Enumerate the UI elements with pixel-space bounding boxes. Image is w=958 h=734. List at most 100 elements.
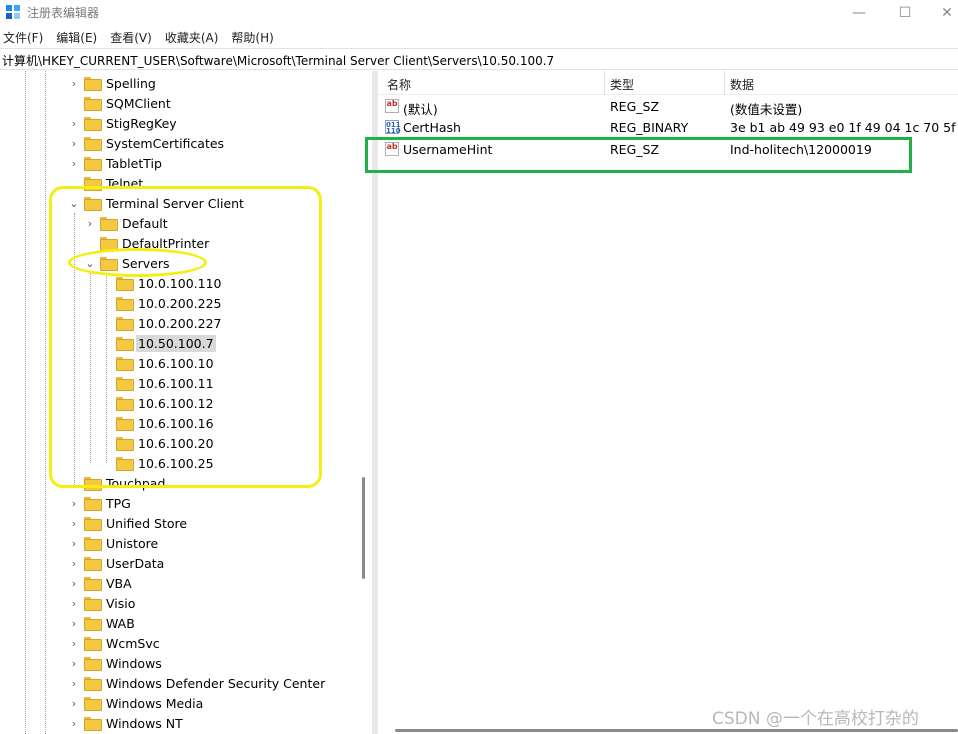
folder-icon (84, 537, 102, 551)
folder-icon (84, 137, 102, 151)
chevron-right-icon[interactable]: › (68, 653, 80, 673)
tree-item[interactable]: › TPG (68, 493, 133, 513)
value-name: CertHash (403, 120, 461, 135)
chevron-right-icon[interactable]: › (68, 493, 80, 513)
chevron-right-icon[interactable]: › (68, 573, 80, 593)
tree-item-label: TPG (106, 495, 131, 511)
tree-item-label: StigRegKey (106, 115, 177, 131)
close-button[interactable]: ✕ (924, 0, 958, 26)
watermark: CSDN @一个在高校打杂的 (712, 709, 919, 729)
folder-icon (84, 497, 102, 511)
tree-item[interactable]: › VBA (68, 573, 134, 593)
tree-item[interactable]: › WcmSvc (68, 633, 162, 653)
tree-item-label: Windows Media (106, 695, 204, 711)
registry-editor-icon (6, 5, 20, 19)
tree-item[interactable]: › Windows (68, 653, 164, 673)
string-value-icon: ab (385, 99, 399, 113)
chevron-right-icon[interactable]: › (68, 713, 80, 733)
tree-item[interactable]: SQMClient (68, 93, 173, 113)
tree-guide-line (25, 71, 26, 734)
value-name: (默认) (403, 102, 438, 117)
tree-guide-line (45, 71, 46, 734)
folder-icon (84, 517, 102, 531)
chevron-right-icon[interactable]: › (68, 553, 80, 573)
binary-value-icon: 011 110 (385, 120, 401, 135)
menu-favorites[interactable]: 收藏夹(A) (165, 29, 219, 46)
folder-icon (84, 157, 102, 171)
menu-view[interactable]: 查看(V) (110, 29, 152, 46)
tree-item-label: SQMClient (106, 95, 171, 111)
folder-icon (84, 97, 102, 111)
tree-item[interactable]: › SystemCertificates (68, 133, 226, 153)
tree-item-label: Windows NT (106, 715, 183, 731)
list-horizontal-scrollbar[interactable] (395, 729, 958, 732)
tree-item-label: Windows (106, 655, 162, 671)
menu-bar: 文件(F) 编辑(E) 查看(V) 收藏夹(A) 帮助(H) (0, 26, 958, 48)
tree-item-label: TabletTip (106, 155, 162, 171)
tree-item-label: Windows Defender Security Center (106, 675, 326, 691)
tree-item[interactable]: › TabletTip (68, 153, 164, 173)
folder-icon (84, 577, 102, 591)
tree-item-label: WAB (106, 615, 135, 631)
tree-item-label: VBA (106, 575, 132, 591)
tree-item[interactable]: › Unified Store (68, 513, 189, 533)
tree-item[interactable]: › UserData (68, 553, 166, 573)
chevron-right-icon[interactable]: › (68, 593, 80, 613)
tree-item[interactable]: › Windows Media (68, 693, 205, 713)
chevron-right-icon[interactable]: › (68, 613, 80, 633)
highlight-ellipse-yellow (68, 248, 207, 277)
address-bar[interactable]: 计算机\HKEY_CURRENT_USER\Software\Microsoft… (0, 48, 958, 70)
column-data[interactable]: 数据 (730, 76, 754, 93)
folder-icon (84, 617, 102, 631)
column-name[interactable]: 名称 (387, 76, 411, 93)
value-row[interactable]: ab (默认) REG_SZ (数值未设置) (378, 96, 958, 117)
tree-item-label: Spelling (106, 75, 156, 91)
chevron-right-icon[interactable]: › (68, 73, 80, 93)
tree-item[interactable]: › Unistore (68, 533, 160, 553)
window-title: 注册表编辑器 (27, 6, 100, 20)
folder-icon (84, 637, 102, 651)
tree-item[interactable]: › Windows NT (68, 713, 185, 733)
chevron-right-icon[interactable]: › (68, 153, 80, 173)
title-bar: 注册表编辑器 — ☐ ✕ (0, 0, 958, 26)
folder-icon (84, 557, 102, 571)
highlight-box-green (365, 137, 912, 173)
menu-edit[interactable]: 编辑(E) (56, 29, 97, 46)
folder-icon (84, 657, 102, 671)
tree-item-label: Visio (106, 595, 136, 611)
folder-icon (84, 677, 102, 691)
chevron-right-icon[interactable]: › (68, 513, 80, 533)
chevron-right-icon[interactable]: › (68, 133, 80, 153)
chevron-right-icon[interactable]: › (68, 633, 80, 653)
menu-file[interactable]: 文件(F) (3, 29, 43, 46)
folder-icon (84, 77, 102, 91)
tree-item-label: UserData (106, 555, 165, 571)
chevron-right-icon[interactable]: › (68, 533, 80, 553)
value-row[interactable]: 011 110 CertHash REG_BINARY 3e b1 ab 49 … (378, 117, 958, 138)
column-divider[interactable] (604, 71, 605, 95)
tree-item[interactable]: › StigRegKey (68, 113, 179, 133)
column-divider[interactable] (724, 71, 725, 95)
chevron-right-icon[interactable]: › (68, 693, 80, 713)
menu-help[interactable]: 帮助(H) (231, 29, 273, 46)
tree-scrollbar-thumb[interactable] (362, 477, 365, 579)
tree-item[interactable]: › Visio (68, 593, 137, 613)
column-type[interactable]: 类型 (610, 76, 634, 93)
tree-item[interactable]: › WAB (68, 613, 137, 633)
chevron-right-icon[interactable]: › (68, 113, 80, 133)
folder-icon (84, 717, 102, 731)
folder-icon (84, 697, 102, 711)
tree-item-label: Unistore (106, 535, 159, 551)
value-data: 3e b1 ab 49 93 e0 1f 49 04 1c 70 5f 45 (730, 120, 958, 135)
minimize-button[interactable]: — (836, 0, 882, 26)
tree-item[interactable]: › Windows Defender Security Center (68, 673, 327, 693)
tree-item-label: WcmSvc (106, 635, 160, 651)
folder-icon (84, 117, 102, 131)
chevron-right-icon[interactable]: › (68, 673, 80, 693)
value-type: REG_BINARY (610, 120, 689, 135)
value-data: (数值未设置) (730, 102, 803, 117)
tree-item[interactable]: › Spelling (68, 73, 158, 93)
tree-item-label: SystemCertificates (106, 135, 225, 151)
maximize-button[interactable]: ☐ (882, 0, 928, 26)
